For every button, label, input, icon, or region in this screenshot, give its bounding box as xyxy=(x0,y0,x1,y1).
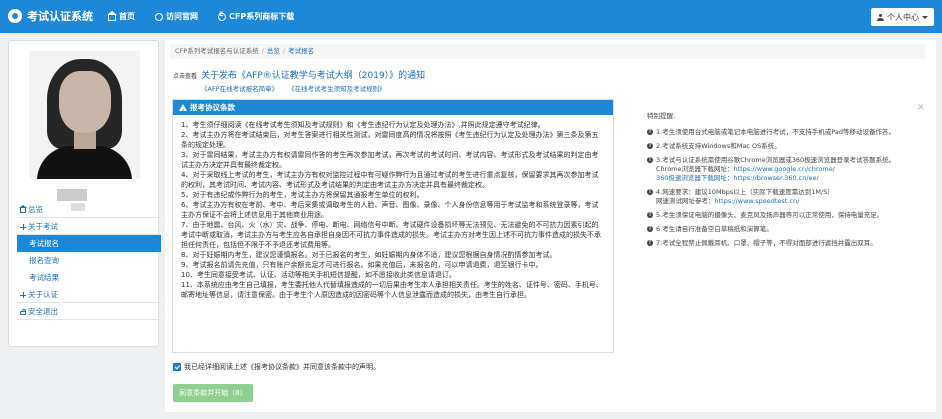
globe-icon xyxy=(155,12,163,21)
tip-text: 3.考试与认证系统需使用谷歌Chrome浏览器或360极速浏览器登录考试答题系统… xyxy=(656,156,896,164)
user-center-dropdown[interactable]: 个人中心 xyxy=(871,8,934,26)
exclamation-icon: ! xyxy=(647,226,653,232)
logo-icon xyxy=(8,9,22,23)
breadcrumb: CFP系列考试报名与认证系统 / 总览 / 考试报名 xyxy=(170,44,925,59)
tip-text: 4.网速要求：建议10Mbps以上（实际下载速度需达到1M/S） xyxy=(656,188,834,196)
sidebar-item-logout[interactable]: 安全退出 xyxy=(17,303,161,320)
exclamation-icon: ! xyxy=(647,212,653,218)
sidebar-item-label: 安全退出 xyxy=(28,307,58,316)
exclamation-icon: ! xyxy=(647,143,653,149)
lock-icon xyxy=(20,309,26,315)
top-navbar: 考试认证系统 首页 访问官网 CFP系列商标下载 个人中心 xyxy=(0,0,942,33)
tip-item: ! 6.考生请自行准备空白草稿纸和演算笔。 xyxy=(647,225,907,234)
brand[interactable]: 考试认证系统 xyxy=(8,8,93,24)
agreement-title: 报考协议条款 xyxy=(190,103,235,112)
sidebar-menu: 总览 关于考试 考试报名 报名查询 考试结果 关于认证 安全退出 xyxy=(17,201,161,320)
360-download-link[interactable]: https://browser.360.cn/ee/ xyxy=(733,174,818,182)
agree-checkbox[interactable] xyxy=(173,363,181,371)
exclamation-icon: ! xyxy=(647,189,653,195)
tip-text: 网速测试网址参考： xyxy=(656,197,715,205)
tip-item: ! 1.考生须使用台式电脑或笔记本电脑进行考试，不支持手机或Pad等移动设备作答… xyxy=(647,128,907,137)
nav-official-site-label: 访问官网 xyxy=(166,12,198,21)
exam-rules-link[interactable]: 《在线考试考生须知及考试规则》 xyxy=(288,83,386,93)
agreement-body: 1、考生须仔细阅读《在线考试考生须知及考试规则》和《考生违纪行为认定及处理办法》… xyxy=(181,121,603,299)
brand-title: 考试认证系统 xyxy=(27,10,93,23)
sidebar-item-overview[interactable]: 总览 xyxy=(17,201,161,218)
breadcrumb-overview[interactable]: 总览 xyxy=(267,47,280,55)
plus-icon xyxy=(20,224,26,230)
nav-trademark-label: CFP系列商标下载 xyxy=(229,12,295,21)
main-nav: 首页 访问官网 CFP系列商标下载 xyxy=(107,10,294,22)
tip-item: ! 5.考生须保证电脑的摄像头、麦克风及扬声器等可以正常使用，保持电量充足。 xyxy=(647,211,907,220)
tip-item: ! 3.考试与认证系统需使用谷歌Chrome浏览器或360极速浏览器登录考试答题… xyxy=(647,156,907,183)
user-name-blurred xyxy=(57,189,87,201)
close-icon[interactable]: ✕ xyxy=(917,103,925,113)
registration-guide-link[interactable]: 《AFP在线考试报名简章》 xyxy=(201,83,278,93)
exclamation-icon: ! xyxy=(647,157,653,163)
guide-links: 《AFP在线考试报名简章》 《在线考试考生须知及考试规则》 xyxy=(201,83,386,93)
agreement-panel: 报考协议条款 1、考生须仔细阅读《在线考试考生须知及考试规则》和《考生违纪行为认… xyxy=(172,99,614,353)
sidebar-item-label: 总览 xyxy=(28,205,43,214)
sidebar: 总览 关于考试 考试报名 报名查询 考试结果 关于认证 安全退出 xyxy=(8,40,161,347)
tip-text: 6.考生请自行准备空白草稿纸和演算笔。 xyxy=(656,225,773,233)
copyright-icon xyxy=(218,11,226,21)
tip-item: ! 4.网速要求：建议10Mbps以上（实际下载速度需达到1M/S） 网速测试网… xyxy=(647,188,907,206)
nav-trademark-download[interactable]: CFP系列商标下载 xyxy=(218,11,294,22)
warning-icon xyxy=(179,104,187,120)
plus-icon xyxy=(20,292,26,298)
tip-text: 1.考生须使用台式电脑或笔记本电脑进行考试，不支持手机或Pad等移动设备作答。 xyxy=(656,128,895,136)
nav-home-label: 首页 xyxy=(119,12,135,21)
chrome-download-link[interactable]: https://www.google.cn/chrome/ xyxy=(734,165,835,173)
agree-row: 我已经详细阅读上述《报考协议条款》并同意该条款中的声明。 xyxy=(173,362,380,372)
notice: 点击查看 关于发布《AFP®认证教学与考试大纲（2019）》的通知 xyxy=(173,68,425,81)
exclamation-icon: ! xyxy=(647,240,653,246)
breadcrumb-root: CFP系列考试报名与认证系统 xyxy=(175,47,259,55)
sidebar-item-exam-results[interactable]: 考试结果 xyxy=(17,269,161,286)
sidebar-item-label: 关于考试 xyxy=(28,222,58,231)
nav-home[interactable]: 首页 xyxy=(107,10,135,22)
agreement-header: 报考协议条款 xyxy=(173,100,613,120)
nav-official-site[interactable]: 访问官网 xyxy=(155,11,198,22)
tip-item: ! 2.考试系统支持Windows和Mac OS系统。 xyxy=(647,142,907,151)
sidebar-item-label: 考试结果 xyxy=(29,273,59,282)
sidebar-item-label: 关于认证 xyxy=(28,290,58,299)
agree-start-button[interactable]: 同意条款并开始（8） xyxy=(173,384,253,402)
sidebar-item-about-exam[interactable]: 关于考试 xyxy=(17,218,161,235)
speedtest-link[interactable]: https://www.speedtest.cn/ xyxy=(715,197,800,205)
tip-item: ! 7.考试全程禁止佩戴耳机、口罩、帽子等，不得对面部进行遮挡并露出双耳。 xyxy=(647,239,907,248)
tip-text: 2.考试系统支持Windows和Mac OS系统。 xyxy=(656,142,781,150)
sidebar-item-registration-query[interactable]: 报名查询 xyxy=(17,252,161,269)
main-content: CFP系列考试报名与认证系统 / 总览 / 考试报名 点击查看 关于发布《AFP®认证教学… xyxy=(165,40,936,412)
notice-link[interactable]: 关于发布《AFP®认证教学与考试大纲（2019）》的通知 xyxy=(201,71,425,81)
user-icon xyxy=(877,13,884,21)
exclamation-icon: ! xyxy=(647,129,653,135)
sidebar-item-about-certification[interactable]: 关于认证 xyxy=(17,286,161,303)
tip-text: 7.考试全程禁止佩戴耳机、口罩、帽子等，不得对面部进行遮挡并露出双耳。 xyxy=(656,239,877,247)
breadcrumb-current[interactable]: 考试报名 xyxy=(288,47,314,55)
home-icon xyxy=(19,205,27,213)
notice-prefix: 点击查看 xyxy=(173,73,198,80)
avatar xyxy=(29,51,140,179)
tips-title: 特别提醒: xyxy=(647,112,676,120)
sidebar-item-exam-registration[interactable]: 考试报名 xyxy=(17,235,161,252)
tip-text: 360极速浏览器下载网址： xyxy=(656,174,734,182)
tip-text: 5.考生须保证电脑的摄像头、麦克风及扬声器等可以正常使用，保持电量充足。 xyxy=(656,211,884,219)
agree-checkbox-label[interactable]: 我已经详细阅读上述《报考协议条款》并同意该条款中的声明。 xyxy=(184,362,380,372)
tip-text: Chrome浏览器下载网址： xyxy=(656,165,734,173)
home-icon xyxy=(107,10,117,21)
tips-panel: 特别提醒: ! 1.考生须使用台式电脑或笔记本电脑进行考试，不支持手机或Pad等… xyxy=(647,112,907,253)
caret-down-icon xyxy=(922,15,928,19)
sidebar-item-label: 考试报名 xyxy=(29,239,59,248)
sidebar-item-label: 报名查询 xyxy=(29,256,59,265)
user-center-label: 个人中心 xyxy=(887,12,919,22)
